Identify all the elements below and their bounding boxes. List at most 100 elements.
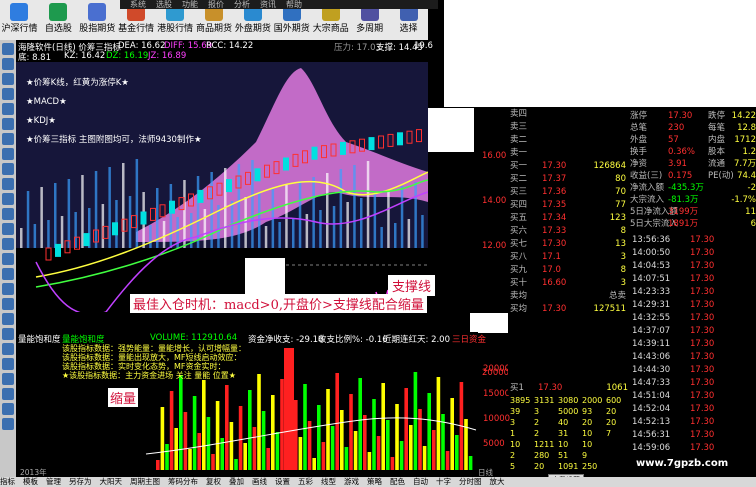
bottom-tab[interactable]: 叠加 <box>229 477 244 486</box>
tool-icon[interactable] <box>2 103 14 115</box>
tool-icon[interactable] <box>2 298 14 310</box>
bottom-tab[interactable]: 十字 <box>436 477 451 486</box>
top-menu: 系统 选股 功能 报价 分析 资讯 帮助 <box>120 0 438 9</box>
tool-icon[interactable] <box>2 358 14 370</box>
bottom-tab[interactable]: 画线 <box>252 477 267 486</box>
volume-bar <box>312 458 316 470</box>
tool-icon[interactable] <box>2 208 14 220</box>
tool-icon[interactable] <box>2 343 14 355</box>
price-bar <box>360 198 363 248</box>
bottom-tab[interactable]: 分时图 <box>459 477 482 486</box>
tool-icon[interactable] <box>2 373 14 385</box>
buy-row: 买九 17.0 8 <box>508 264 628 277</box>
row-label: 卖一 <box>510 148 528 158</box>
tool-icon[interactable] <box>2 283 14 295</box>
tool-icon[interactable] <box>2 328 14 340</box>
menu-item[interactable]: 资讯 <box>260 0 276 9</box>
row-label: 买六 <box>510 226 528 236</box>
toolbar-button-label: 自选股 <box>44 24 72 34</box>
toolbar-button-label: 基金行情 <box>118 24 155 34</box>
tool-icon[interactable] <box>2 133 14 145</box>
menu-item[interactable]: 系统 <box>130 0 146 9</box>
tool-icon[interactable] <box>2 58 14 70</box>
toolbar-button[interactable]: 沪深行情 <box>0 0 39 40</box>
tool-icon[interactable] <box>2 193 14 205</box>
trade-time: 14:23:33 <box>632 287 671 297</box>
trade-price: 17.30 <box>690 378 715 388</box>
bottom-tab[interactable]: 策略 <box>367 477 382 486</box>
tool-icon[interactable] <box>2 253 14 265</box>
bottom-tab[interactable]: 大阳天 <box>100 477 123 486</box>
volume-bar <box>202 380 206 470</box>
tool-icon[interactable] <box>2 118 14 130</box>
bottom-tab[interactable]: 配色 <box>390 477 405 486</box>
bottom-tab[interactable]: 游戏 <box>344 477 359 486</box>
trade-row: 14:47:33 17.30 <box>628 377 756 390</box>
bottom-tab[interactable]: 另存为 <box>69 477 92 486</box>
volume-bar <box>206 417 211 470</box>
tool-icon[interactable] <box>2 313 14 325</box>
menu-item[interactable]: 功能 <box>182 0 198 9</box>
toolbar-button[interactable]: 股指期货 <box>78 0 117 40</box>
price-bar <box>40 187 43 248</box>
price-bar <box>285 185 288 248</box>
menu-item[interactable]: 报价 <box>208 0 224 9</box>
row-volume: 总卖 <box>608 291 626 301</box>
volume-bar <box>188 449 192 470</box>
bottom-tab[interactable]: 模板 <box>23 477 38 486</box>
volume-bar <box>215 401 220 470</box>
watermark: www.7gpzb.com <box>636 458 729 469</box>
tool-icon[interactable] <box>2 178 14 190</box>
bottom-tab[interactable]: 管理 <box>46 477 61 486</box>
sell-summary-row: 卖均 总卖 <box>508 290 628 303</box>
bottom-tab[interactable]: 设置 <box>275 477 290 486</box>
trade-price: 17.30 <box>690 326 715 336</box>
tool-icon[interactable] <box>2 403 14 415</box>
volume-bar <box>238 406 243 470</box>
menu-item[interactable]: 帮助 <box>286 0 302 9</box>
bottom-tab[interactable]: 线型 <box>321 477 336 486</box>
buy-row: 买十 16.60 3 <box>508 277 628 290</box>
menu-item[interactable]: 分析 <box>234 0 250 9</box>
volume-bar <box>418 409 422 470</box>
bottom-tab[interactable]: 筹码分布 <box>168 477 198 486</box>
tool-icon[interactable] <box>2 223 14 235</box>
tool-icon[interactable] <box>2 73 14 85</box>
stat-label: 净流入额 <box>630 183 665 193</box>
stat-label: 换手 <box>630 147 648 157</box>
trade-price: 17.30 <box>690 313 715 323</box>
tool-icon[interactable] <box>2 43 14 55</box>
bottom-tab[interactable]: 自动 <box>413 477 428 486</box>
trade-row: 14:00:50 17.30 <box>628 247 756 260</box>
queue-volume: 1061 <box>606 383 628 393</box>
volume-panel[interactable]: 量能饱和度 量能饱和度 VOLUME: 112910.64 资金净收支: -29… <box>16 332 509 472</box>
menu-item[interactable]: 选股 <box>156 0 172 9</box>
volume-notes: 该股指标数据：强势能量：量能增长，认可增幅量： 该股指标数据：量能出现放大，MF短… <box>62 344 246 380</box>
kz-value: KZ: 16.42 <box>64 51 106 61</box>
price-bar <box>67 179 71 248</box>
candlestick <box>140 211 147 225</box>
buy-summary-row: 买均 17.30 127511 <box>508 303 628 316</box>
price-bar <box>162 221 166 248</box>
tool-icon[interactable] <box>2 418 14 430</box>
trade-row: 14:52:04 17.30 <box>628 403 756 416</box>
stat-value: 14.22 <box>731 111 756 121</box>
queue-cell: 9 <box>582 451 588 460</box>
bottom-tab[interactable]: 放大 <box>490 477 505 486</box>
bottom-tab[interactable]: 指标 <box>0 477 15 486</box>
tool-icon[interactable] <box>2 238 14 250</box>
price-chart[interactable]: 海隆软件(日线) 价筹三指标 DEA: 16.62 DIFF: 15.69 RC… <box>16 40 433 312</box>
row-volume: 80 <box>615 174 626 184</box>
bottom-tab[interactable]: 周期主图 <box>130 477 160 486</box>
tool-icon[interactable] <box>2 268 14 280</box>
volume-bar <box>280 379 284 470</box>
tool-icon[interactable] <box>2 88 14 100</box>
volume-bar <box>275 432 280 470</box>
toolbar-button[interactable]: 自选股 <box>39 0 78 40</box>
tool-icon[interactable] <box>2 163 14 175</box>
tool-icon[interactable] <box>2 148 14 160</box>
bottom-tab[interactable]: 复权 <box>206 477 221 486</box>
trade-row: 14:07:51 17.30 <box>628 273 756 286</box>
bottom-tab[interactable]: 五彩 <box>298 477 313 486</box>
tool-icon[interactable] <box>2 388 14 400</box>
